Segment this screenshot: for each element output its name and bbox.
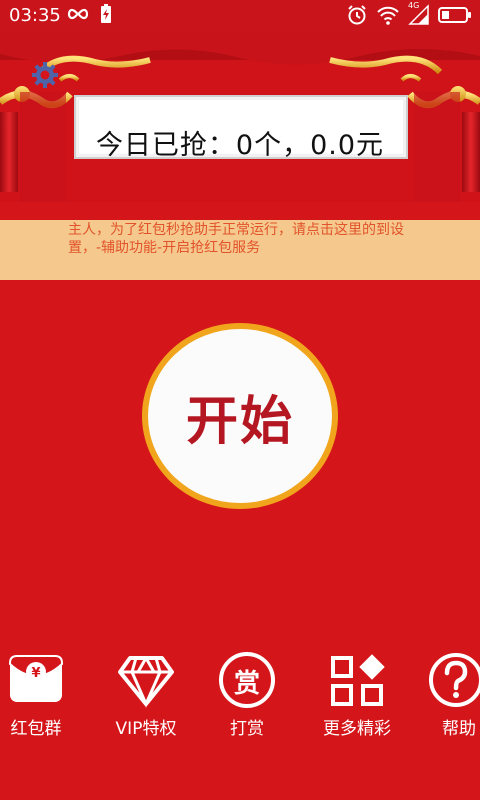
gear-icon[interactable] — [30, 60, 60, 94]
notice-text[interactable]: 主人，为了红包秒抢助手正常运行，请点击这里的到设置，-辅助功能-开启抢红包服务 — [68, 221, 418, 257]
battery-charging-icon — [100, 4, 112, 24]
menu-label: 更多精彩 — [323, 719, 391, 739]
red-envelope-icon: ¥ — [6, 650, 66, 710]
menu-item-more[interactable]: 更多精彩 — [316, 650, 398, 739]
infinity-icon — [66, 6, 90, 22]
menu-label: 帮助 — [442, 719, 476, 739]
menu-label: VIP特权 — [115, 719, 177, 739]
menu-label: 打赏 — [230, 719, 264, 739]
status-time: 03:35 — [9, 5, 61, 26]
svg-text:¥: ¥ — [31, 666, 40, 681]
help-icon — [428, 650, 480, 710]
menu-label: 红包群 — [10, 719, 62, 739]
menu-item-reward[interactable]: 赏 打赏 — [214, 650, 280, 739]
diamond-icon — [116, 650, 176, 710]
start-button-label: 开始 — [185, 391, 294, 452]
start-button[interactable]: 开始 — [142, 323, 338, 509]
reward-glyph: 赏 — [233, 669, 260, 699]
battery-icon — [438, 5, 472, 25]
status-bar: 03:35 4G — [0, 0, 480, 32]
grid-icon — [327, 650, 387, 710]
today-grabbed-text: 今日已抢：0个，0.0元 — [95, 130, 385, 161]
menu-item-red-envelope-group[interactable]: ¥ 红包群 — [3, 650, 69, 739]
alarm-icon — [346, 4, 368, 26]
menu-item-help[interactable]: 帮助 — [428, 650, 480, 739]
reward-icon: 赏 — [217, 650, 277, 710]
signal-icon: 4G — [408, 1, 430, 26]
network-type-label: 4G — [408, 1, 420, 10]
menu-item-vip[interactable]: VIP特权 — [106, 650, 186, 739]
wifi-icon — [376, 5, 400, 25]
